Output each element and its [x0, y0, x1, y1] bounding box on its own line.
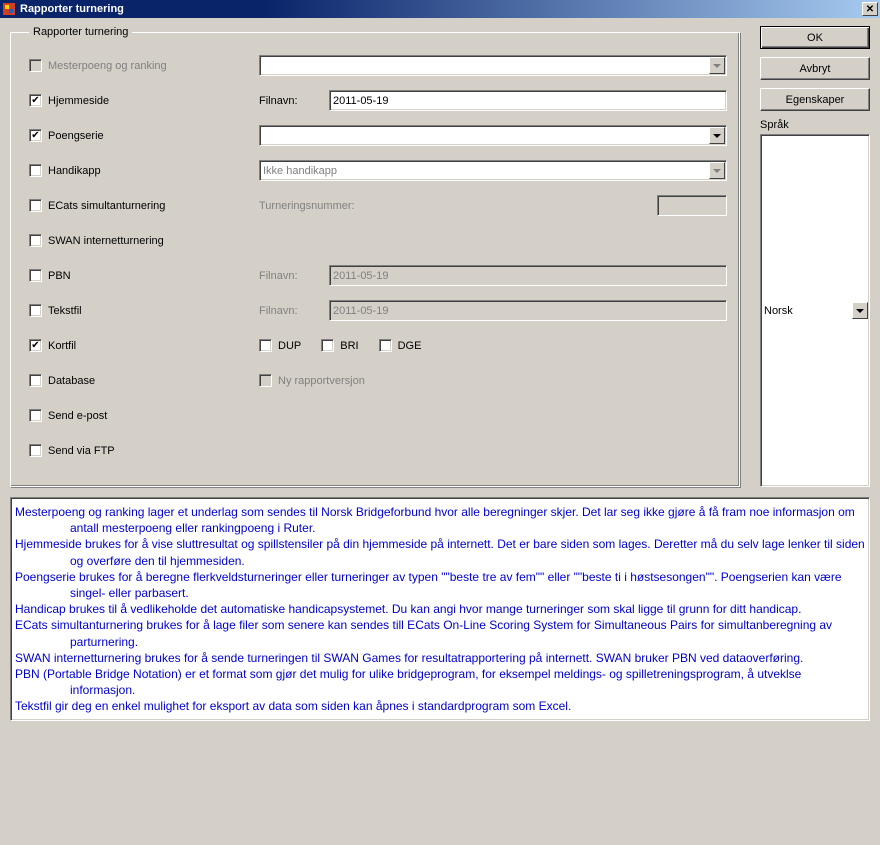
ecats-num-label: Turneringsnummer: — [259, 200, 399, 212]
ok-button[interactable]: OK — [760, 26, 870, 49]
swan-checkbox[interactable] — [29, 234, 42, 247]
tekstfil-checkbox[interactable] — [29, 304, 42, 317]
tekstfil-label: Tekstfil — [48, 305, 82, 317]
sendftp-label: Send via FTP — [48, 445, 115, 457]
poengserie-label: Poengserie — [48, 130, 104, 142]
hjemmeside-checkbox[interactable]: ✔ — [29, 94, 42, 107]
help-line: Poengserie brukes for å beregne flerkvel… — [15, 569, 865, 601]
close-button[interactable]: ✕ — [862, 2, 878, 16]
sendftp-checkbox[interactable] — [29, 444, 42, 457]
tekstfil-filnavn-label: Filnavn: — [259, 305, 329, 317]
sendepost-label: Send e-post — [48, 410, 107, 422]
hjemmeside-label: Hjemmeside — [48, 95, 109, 107]
handikapp-checkbox[interactable] — [29, 164, 42, 177]
hjemmeside-filnavn-input[interactable] — [329, 90, 727, 111]
app-icon — [2, 2, 16, 16]
help-panel: Mesterpoeng og ranking lager et underlag… — [10, 497, 870, 721]
nyrapport-label: Ny rapportversjon — [278, 375, 365, 387]
egenskaper-button[interactable]: Egenskaper — [760, 88, 870, 111]
help-line: Handicap brukes til å vedlikeholde det a… — [15, 601, 865, 617]
database-checkbox[interactable] — [29, 374, 42, 387]
handikapp-label: Handikapp — [48, 165, 101, 177]
mesterpoeng-checkbox — [29, 59, 42, 72]
ecats-checkbox[interactable] — [29, 199, 42, 212]
dup-label: DUP — [278, 340, 301, 352]
ecats-num-input — [657, 195, 727, 216]
help-line: Mesterpoeng og ranking lager et underlag… — [15, 504, 865, 536]
dup-checkbox[interactable] — [259, 339, 272, 352]
pbn-checkbox[interactable] — [29, 269, 42, 282]
language-label: Språk — [760, 119, 870, 131]
ecats-label: ECats simultanturnering — [48, 200, 165, 212]
mesterpoeng-select — [259, 55, 727, 76]
tekstfil-filnavn-input — [329, 300, 727, 321]
language-select[interactable]: Norsk — [760, 134, 870, 487]
groupbox-legend: Rapporter turnering — [29, 26, 132, 38]
pbn-label: PBN — [48, 270, 71, 282]
hjemmeside-filnavn-label: Filnavn: — [259, 95, 329, 107]
sendepost-checkbox[interactable] — [29, 409, 42, 422]
bri-label: BRI — [340, 340, 358, 352]
handikapp-select: Ikke handikapp — [259, 160, 727, 181]
help-line: PBN (Portable Bridge Notation) er et for… — [15, 666, 865, 698]
avbryt-button[interactable]: Avbryt — [760, 57, 870, 80]
nyrapport-checkbox — [259, 374, 272, 387]
chevron-down-icon[interactable] — [852, 302, 868, 319]
dge-label: DGE — [398, 340, 422, 352]
chevron-down-icon — [709, 162, 725, 179]
help-line: Hjemmeside brukes for å vise sluttresult… — [15, 536, 865, 568]
bri-checkbox[interactable] — [321, 339, 334, 352]
pbn-filnavn-label: Filnavn: — [259, 270, 329, 282]
titlebar: Rapporter turnering ✕ — [0, 0, 880, 18]
poengserie-select[interactable] — [259, 125, 727, 146]
kortfil-label: Kortfil — [48, 340, 76, 352]
dge-checkbox[interactable] — [379, 339, 392, 352]
pbn-filnavn-input — [329, 265, 727, 286]
kortfil-checkbox[interactable]: ✔ — [29, 339, 42, 352]
poengserie-checkbox[interactable]: ✔ — [29, 129, 42, 142]
help-line: SWAN internetturnering brukes for å send… — [15, 650, 865, 666]
swan-label: SWAN internetturnering — [48, 235, 164, 247]
help-line: ECats simultanturnering brukes for å lag… — [15, 617, 865, 649]
mesterpoeng-label: Mesterpoeng og ranking — [48, 60, 167, 72]
window-title: Rapporter turnering — [20, 3, 124, 15]
chevron-down-icon[interactable] — [709, 127, 725, 144]
rapporter-groupbox: Rapporter turnering Mesterpoeng og ranki… — [10, 26, 740, 487]
chevron-down-icon — [709, 57, 725, 74]
help-line: Tekstfil gir deg en enkel mulighet for e… — [15, 698, 865, 714]
database-label: Database — [48, 375, 95, 387]
